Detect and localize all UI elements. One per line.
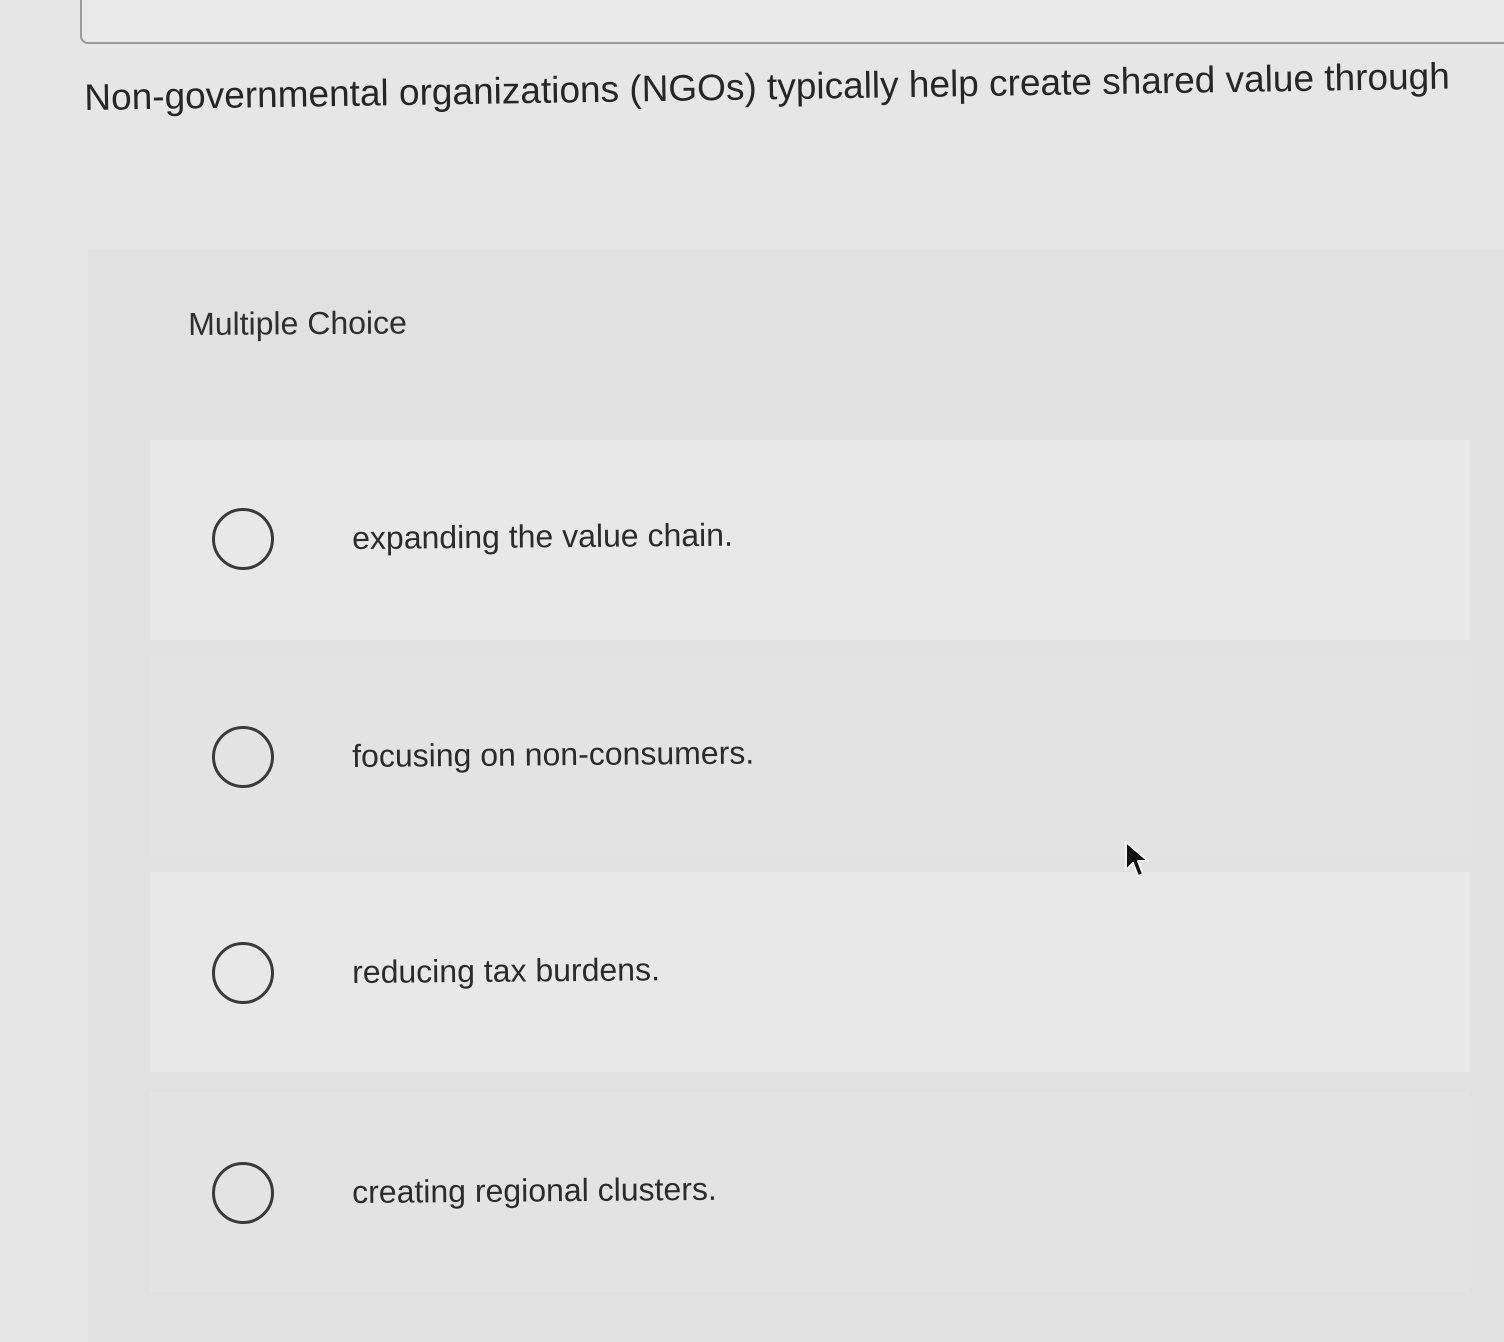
previous-answer-box: [80, 0, 1504, 44]
option-2[interactable]: focusing on non-consumers.: [150, 656, 1470, 856]
option-label: focusing on non-consumers.: [352, 734, 755, 774]
option-label: expanding the value chain.: [352, 516, 734, 556]
multiple-choice-label: Multiple Choice: [188, 304, 408, 342]
option-3[interactable]: reducing tax burdens.: [150, 872, 1470, 1072]
option-label: reducing tax burdens.: [352, 951, 661, 990]
option-4[interactable]: creating regional clusters.: [150, 1092, 1470, 1292]
option-label: creating regional clusters.: [352, 1170, 717, 1210]
radio-unselected-icon[interactable]: [212, 508, 274, 570]
question-text: Non-governmental organizations (NGOs) ty…: [84, 55, 1451, 118]
radio-unselected-icon[interactable]: [212, 942, 274, 1004]
radio-unselected-icon[interactable]: [212, 1162, 274, 1224]
options-list: expanding the value chain. focusing on n…: [150, 440, 1480, 1342]
option-1[interactable]: expanding the value chain.: [150, 440, 1470, 640]
radio-unselected-icon[interactable]: [212, 726, 274, 788]
mouse-pointer-icon: [1125, 841, 1149, 877]
